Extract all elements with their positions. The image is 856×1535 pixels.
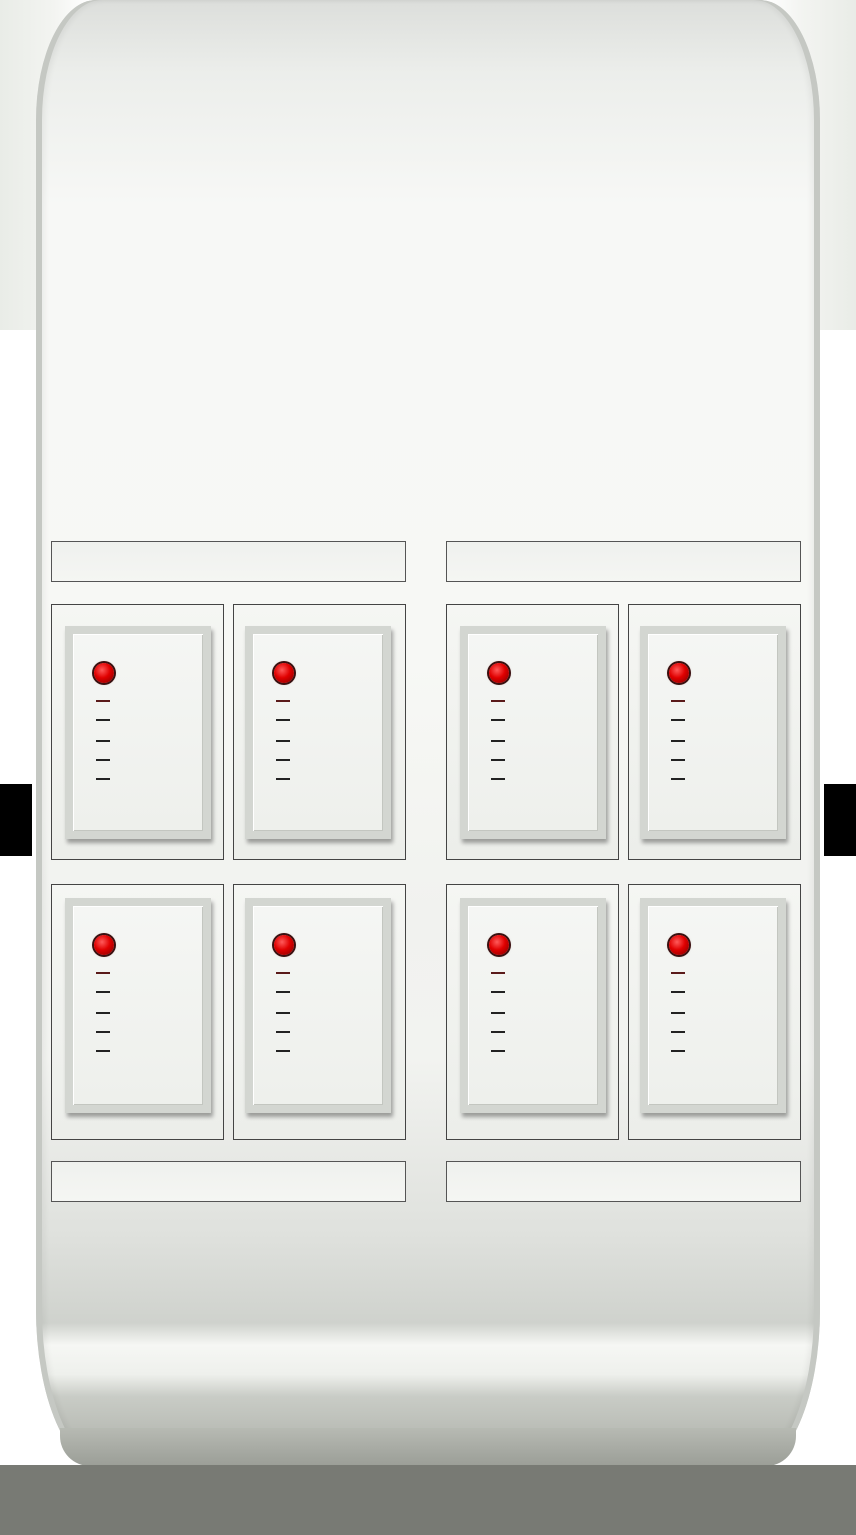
status-led-icon — [274, 663, 294, 683]
status-led-icon — [489, 935, 509, 955]
module-cell-3 — [446, 604, 619, 860]
right-bottom-label-box — [446, 1161, 801, 1202]
module-3[interactable] — [460, 626, 606, 839]
level-tick — [671, 1050, 685, 1052]
level-tick — [491, 972, 505, 974]
level-tick — [671, 991, 685, 993]
module-cell-6 — [233, 884, 406, 1140]
level-tick — [96, 1012, 110, 1014]
right-top-label-box — [446, 541, 801, 582]
module-cell-4 — [628, 604, 801, 860]
floor — [0, 1465, 856, 1535]
right-side-tab[interactable] — [824, 784, 856, 856]
panel-base-edge — [60, 1428, 796, 1466]
level-tick — [96, 972, 110, 974]
module-cell-2 — [233, 604, 406, 860]
level-tick — [671, 778, 685, 780]
left-side-tab[interactable] — [0, 784, 32, 856]
module-6[interactable] — [245, 898, 391, 1113]
level-tick — [491, 1031, 505, 1033]
module-cell-8 — [628, 884, 801, 1140]
level-tick — [491, 778, 505, 780]
level-tick — [276, 778, 290, 780]
level-tick — [276, 972, 290, 974]
level-tick — [671, 759, 685, 761]
level-tick — [491, 740, 505, 742]
left-bottom-label-box — [51, 1161, 406, 1202]
status-led-icon — [94, 935, 114, 955]
level-tick — [671, 972, 685, 974]
level-tick — [491, 991, 505, 993]
level-tick — [276, 1050, 290, 1052]
level-tick — [276, 740, 290, 742]
level-tick — [276, 700, 290, 702]
module-8[interactable] — [640, 898, 786, 1113]
status-led-icon — [94, 663, 114, 683]
level-tick — [491, 1012, 505, 1014]
module-4[interactable] — [640, 626, 786, 839]
level-tick — [96, 1050, 110, 1052]
level-tick — [276, 759, 290, 761]
level-tick — [671, 740, 685, 742]
status-led-icon — [274, 935, 294, 955]
level-tick — [96, 700, 110, 702]
level-tick — [96, 778, 110, 780]
module-1[interactable] — [65, 626, 211, 839]
level-tick — [96, 719, 110, 721]
level-tick — [491, 719, 505, 721]
level-tick — [276, 719, 290, 721]
level-tick — [276, 1031, 290, 1033]
level-tick — [491, 1050, 505, 1052]
module-cell-5 — [51, 884, 224, 1140]
module-cell-7 — [446, 884, 619, 1140]
level-tick — [671, 700, 685, 702]
level-tick — [96, 1031, 110, 1033]
module-cell-1 — [51, 604, 224, 860]
level-tick — [96, 991, 110, 993]
level-tick — [491, 700, 505, 702]
module-5[interactable] — [65, 898, 211, 1113]
module-7[interactable] — [460, 898, 606, 1113]
module-2[interactable] — [245, 626, 391, 839]
level-tick — [491, 759, 505, 761]
level-tick — [96, 759, 110, 761]
level-tick — [276, 1012, 290, 1014]
level-tick — [671, 719, 685, 721]
level-tick — [96, 740, 110, 742]
status-led-icon — [669, 935, 689, 955]
level-tick — [671, 1012, 685, 1014]
status-led-icon — [669, 663, 689, 683]
level-tick — [276, 991, 290, 993]
left-top-label-box — [51, 541, 406, 582]
level-tick — [671, 1031, 685, 1033]
status-led-icon — [489, 663, 509, 683]
